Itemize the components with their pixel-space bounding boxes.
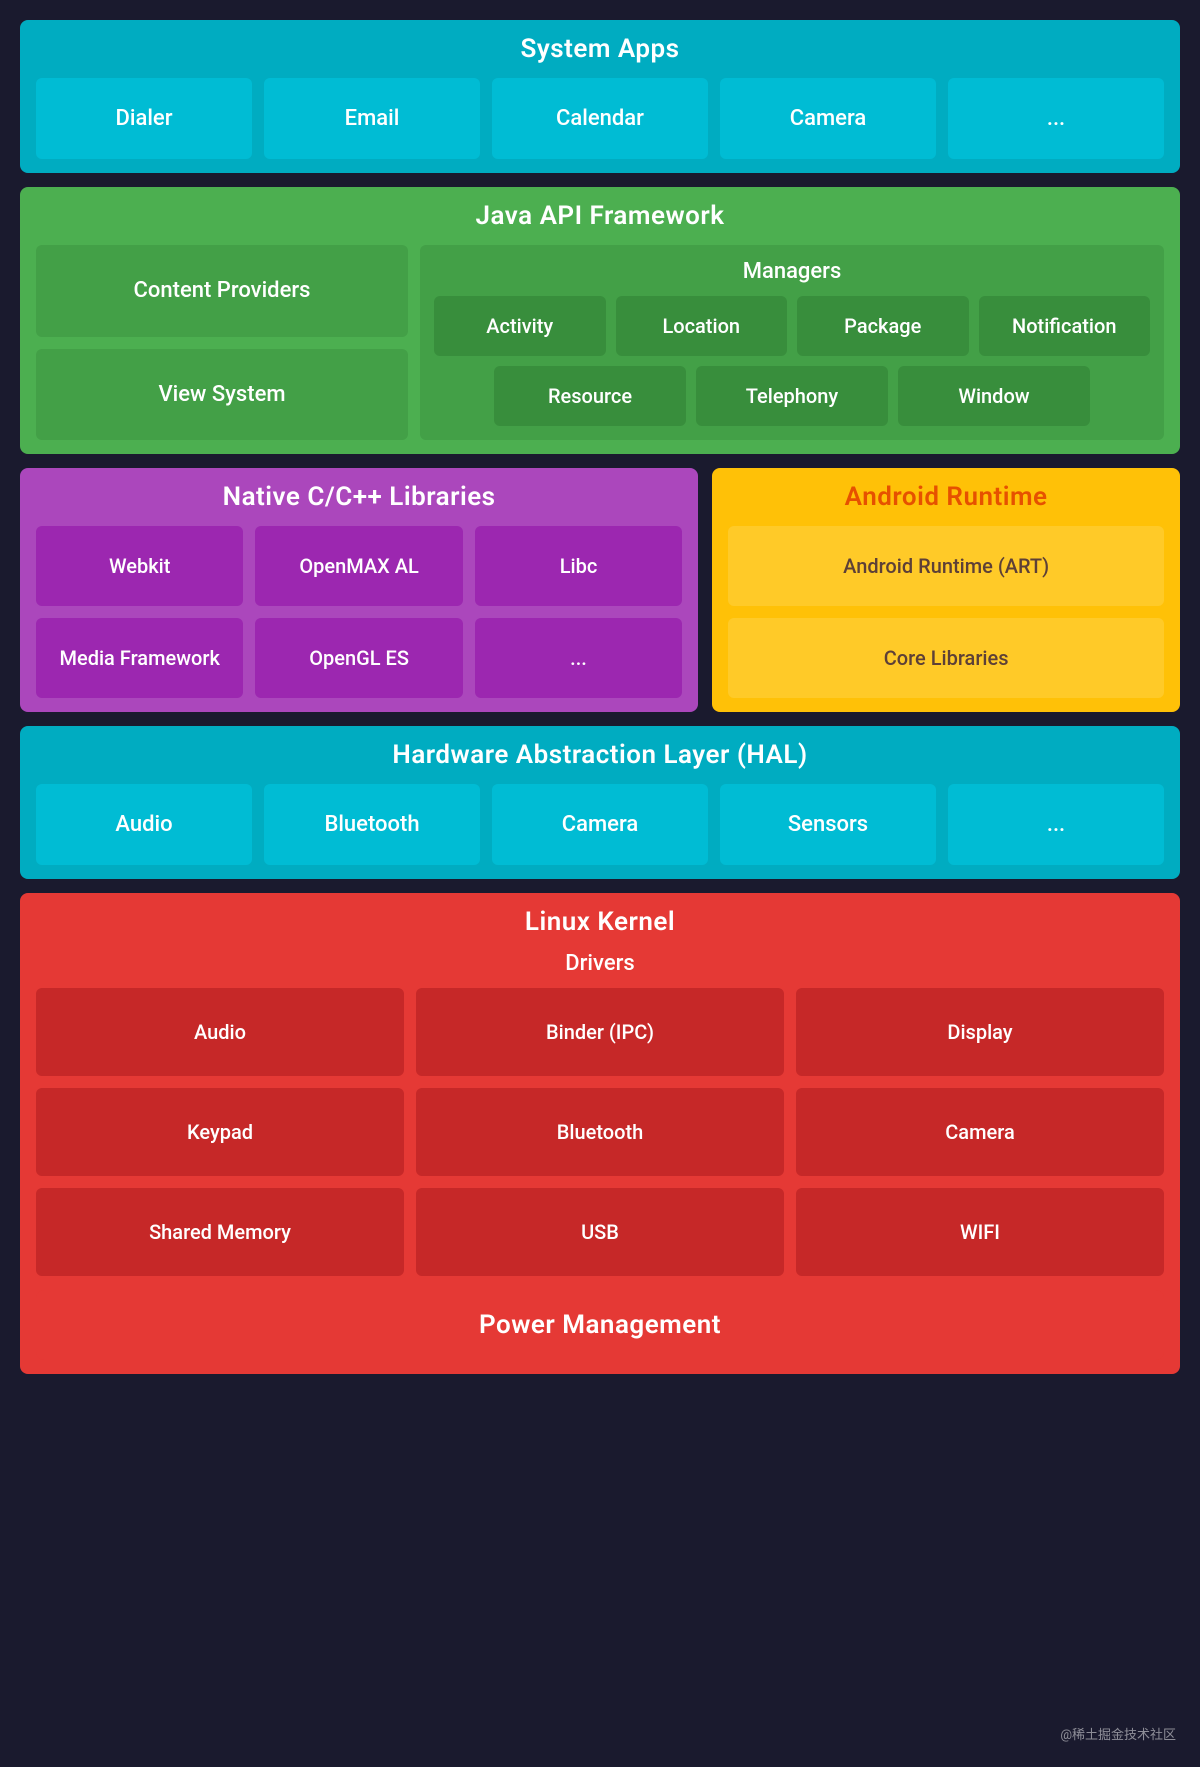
native-cpp-title: Native C/C++ Libraries (36, 482, 682, 512)
java-api-content: Content Providers View System Managers A… (36, 245, 1164, 440)
java-left: Content Providers View System (36, 245, 408, 440)
driver-usb: USB (416, 1188, 784, 1276)
native-media-framework: Media Framework (36, 618, 243, 698)
native-libc: Libc (475, 526, 682, 606)
driver-display: Display (796, 988, 1164, 1076)
native-webkit: Webkit (36, 526, 243, 606)
hal-sensors: Sensors (720, 784, 936, 865)
view-system-box: View System (36, 349, 408, 441)
driver-shared-memory: Shared Memory (36, 1188, 404, 1276)
drivers-label: Drivers (36, 951, 1164, 976)
linux-kernel-title: Linux Kernel (36, 907, 1164, 937)
hal-layer: Hardware Abstraction Layer (HAL) Audio B… (20, 726, 1180, 879)
manager-location: Location (616, 296, 788, 356)
hal-more: ... (948, 784, 1164, 865)
manager-activity: Activity (434, 296, 606, 356)
runtime-grid: Android Runtime (ART) Core Libraries (728, 526, 1164, 698)
managers-container: Managers Activity Location Package Notif… (420, 245, 1164, 440)
android-runtime-layer: Android Runtime Android Runtime (ART) Co… (712, 468, 1180, 712)
watermark: @稀土掘金技术社区 (1060, 1724, 1176, 1743)
hal-camera: Camera (492, 784, 708, 865)
power-management-layer: Power Management (36, 1290, 1164, 1360)
content-providers-box: Content Providers (36, 245, 408, 337)
system-apps-title: System Apps (36, 34, 1164, 64)
hal-grid: Audio Bluetooth Camera Sensors ... (36, 784, 1164, 865)
native-cpp-layer: Native C/C++ Libraries Webkit OpenMAX AL… (20, 468, 698, 712)
android-runtime-title: Android Runtime (728, 482, 1164, 512)
app-calendar: Calendar (492, 78, 708, 159)
app-email: Email (264, 78, 480, 159)
managers-row1: Activity Location Package Notification (434, 296, 1150, 356)
hal-title: Hardware Abstraction Layer (HAL) (36, 740, 1164, 770)
app-camera: Camera (720, 78, 936, 159)
hal-audio: Audio (36, 784, 252, 865)
linux-kernel-layer: Linux Kernel Drivers Audio Binder (IPC) … (20, 893, 1180, 1374)
driver-keypad: Keypad (36, 1088, 404, 1176)
drivers-row1: Audio Binder (IPC) Display (36, 988, 1164, 1076)
java-api-title: Java API Framework (36, 201, 1164, 231)
manager-notification: Notification (979, 296, 1151, 356)
power-management-title: Power Management (56, 1310, 1144, 1340)
manager-window: Window (898, 366, 1090, 426)
manager-resource: Resource (494, 366, 686, 426)
drivers-row3: Shared Memory USB WIFI (36, 1188, 1164, 1276)
native-more: ... (475, 618, 682, 698)
system-apps-layer: System Apps Dialer Email Calendar Camera… (20, 20, 1180, 173)
middle-row: Native C/C++ Libraries Webkit OpenMAX AL… (20, 468, 1180, 712)
native-opengl: OpenGL ES (255, 618, 462, 698)
drivers-row2: Keypad Bluetooth Camera (36, 1088, 1164, 1176)
managers-title: Managers (434, 259, 1150, 284)
driver-binder: Binder (IPC) (416, 988, 784, 1076)
runtime-core-libraries: Core Libraries (728, 618, 1164, 698)
driver-wifi: WIFI (796, 1188, 1164, 1276)
java-api-layer: Java API Framework Content Providers Vie… (20, 187, 1180, 454)
driver-bluetooth: Bluetooth (416, 1088, 784, 1176)
app-more: ... (948, 78, 1164, 159)
driver-audio: Audio (36, 988, 404, 1076)
driver-camera: Camera (796, 1088, 1164, 1176)
runtime-art: Android Runtime (ART) (728, 526, 1164, 606)
manager-telephony: Telephony (696, 366, 888, 426)
app-dialer: Dialer (36, 78, 252, 159)
managers-row2: Resource Telephony Window (434, 366, 1150, 426)
native-openmax: OpenMAX AL (255, 526, 462, 606)
hal-bluetooth: Bluetooth (264, 784, 480, 865)
native-grid: Webkit OpenMAX AL Libc Media Framework O… (36, 526, 682, 698)
manager-package: Package (797, 296, 969, 356)
system-apps-grid: Dialer Email Calendar Camera ... (36, 78, 1164, 159)
